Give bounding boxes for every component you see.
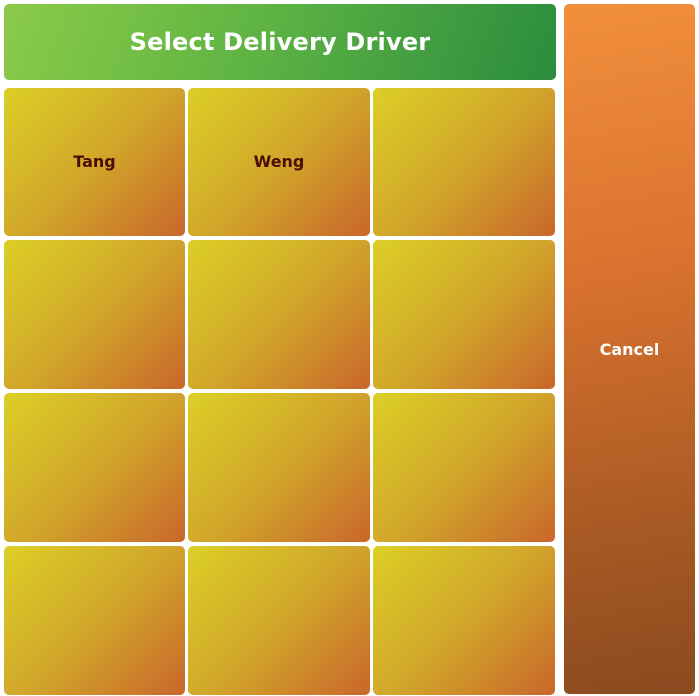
driver-button-5[interactable] [188, 240, 370, 389]
page-title-bar: Select Delivery Driver [4, 4, 556, 80]
driver-button-12[interactable] [373, 546, 555, 695]
driver-button-7[interactable] [4, 393, 185, 542]
cancel-button[interactable]: Cancel [564, 4, 695, 694]
driver-button-2[interactable]: Weng [188, 88, 370, 236]
driver-button-9[interactable] [373, 393, 555, 542]
driver-button-8[interactable] [188, 393, 370, 542]
driver-grid: Tang Weng [4, 88, 556, 695]
driver-button-4[interactable] [4, 240, 185, 389]
driver-button-6[interactable] [373, 240, 555, 389]
driver-label: Tang [73, 151, 116, 171]
cancel-button-label: Cancel [599, 339, 660, 359]
driver-label: Weng [253, 151, 305, 171]
driver-button-1[interactable]: Tang [4, 88, 185, 236]
driver-button-10[interactable] [4, 546, 185, 695]
page-title: Select Delivery Driver [129, 28, 431, 56]
driver-button-11[interactable] [188, 546, 370, 695]
driver-button-3[interactable] [373, 88, 555, 236]
